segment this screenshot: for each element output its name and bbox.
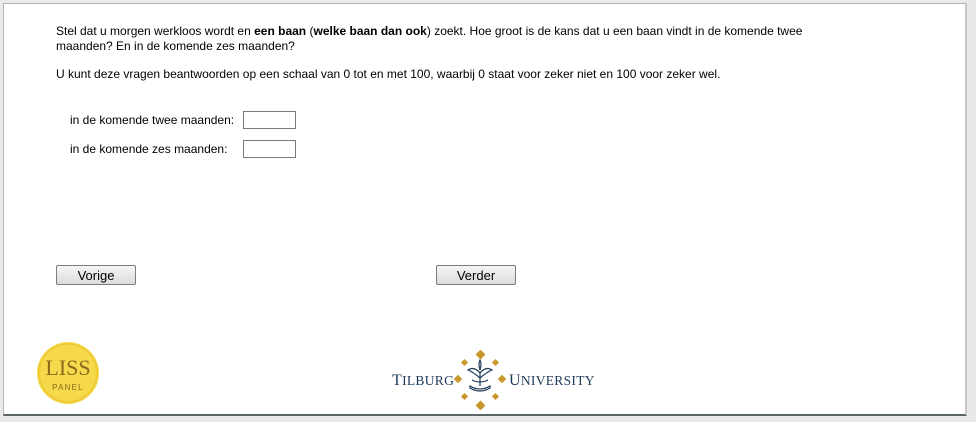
tilburg-initial: T xyxy=(392,372,403,389)
university-initial: U xyxy=(509,372,521,389)
survey-page: Stel dat u morgen werkloos wordt en een … xyxy=(3,3,967,416)
previous-button[interactable]: Vorige xyxy=(56,265,136,285)
liss-panel-logo: LISS PANEL xyxy=(37,342,99,404)
tilburg-emblem-icon xyxy=(454,350,506,410)
answer-label-two-months: in de komende twee maanden: xyxy=(70,113,235,127)
tilburg-rest: ILBURG xyxy=(402,373,455,388)
answer-label-six-months: in de komende zes maanden: xyxy=(70,142,228,156)
university-rest: NIVERSITY xyxy=(520,373,595,388)
tilburg-word: TILBURG xyxy=(392,372,454,390)
lis-logo-word: LISS xyxy=(45,355,90,380)
six-months-input[interactable] xyxy=(243,140,296,158)
next-button[interactable]: Verder xyxy=(436,265,516,285)
lis-logo-subword: PANEL xyxy=(52,383,84,392)
answer-row-six-months: in de komende zes maanden: xyxy=(70,137,296,161)
two-months-input[interactable] xyxy=(243,111,296,129)
question-text: Stel dat u morgen werkloos wordt en een … xyxy=(56,24,816,95)
question-paragraph: Stel dat u morgen werkloos wordt en een … xyxy=(56,24,816,54)
answer-row-two-months: in de komende twee maanden: xyxy=(70,108,296,132)
question-text-part: Stel dat u morgen werkloos wordt en xyxy=(56,24,255,38)
university-word: UNIVERSITY xyxy=(509,372,595,390)
instruction-text: U kunt deze vragen beantwoorden op een s… xyxy=(56,67,721,81)
question-emphasis: een baan xyxy=(254,24,307,38)
question-emphasis: welke baan dan ook xyxy=(313,24,427,38)
tilburg-university-logo: TILBURG UNIVERSITY xyxy=(392,350,595,410)
answer-form: in de komende twee maanden: in de komend… xyxy=(70,108,296,166)
